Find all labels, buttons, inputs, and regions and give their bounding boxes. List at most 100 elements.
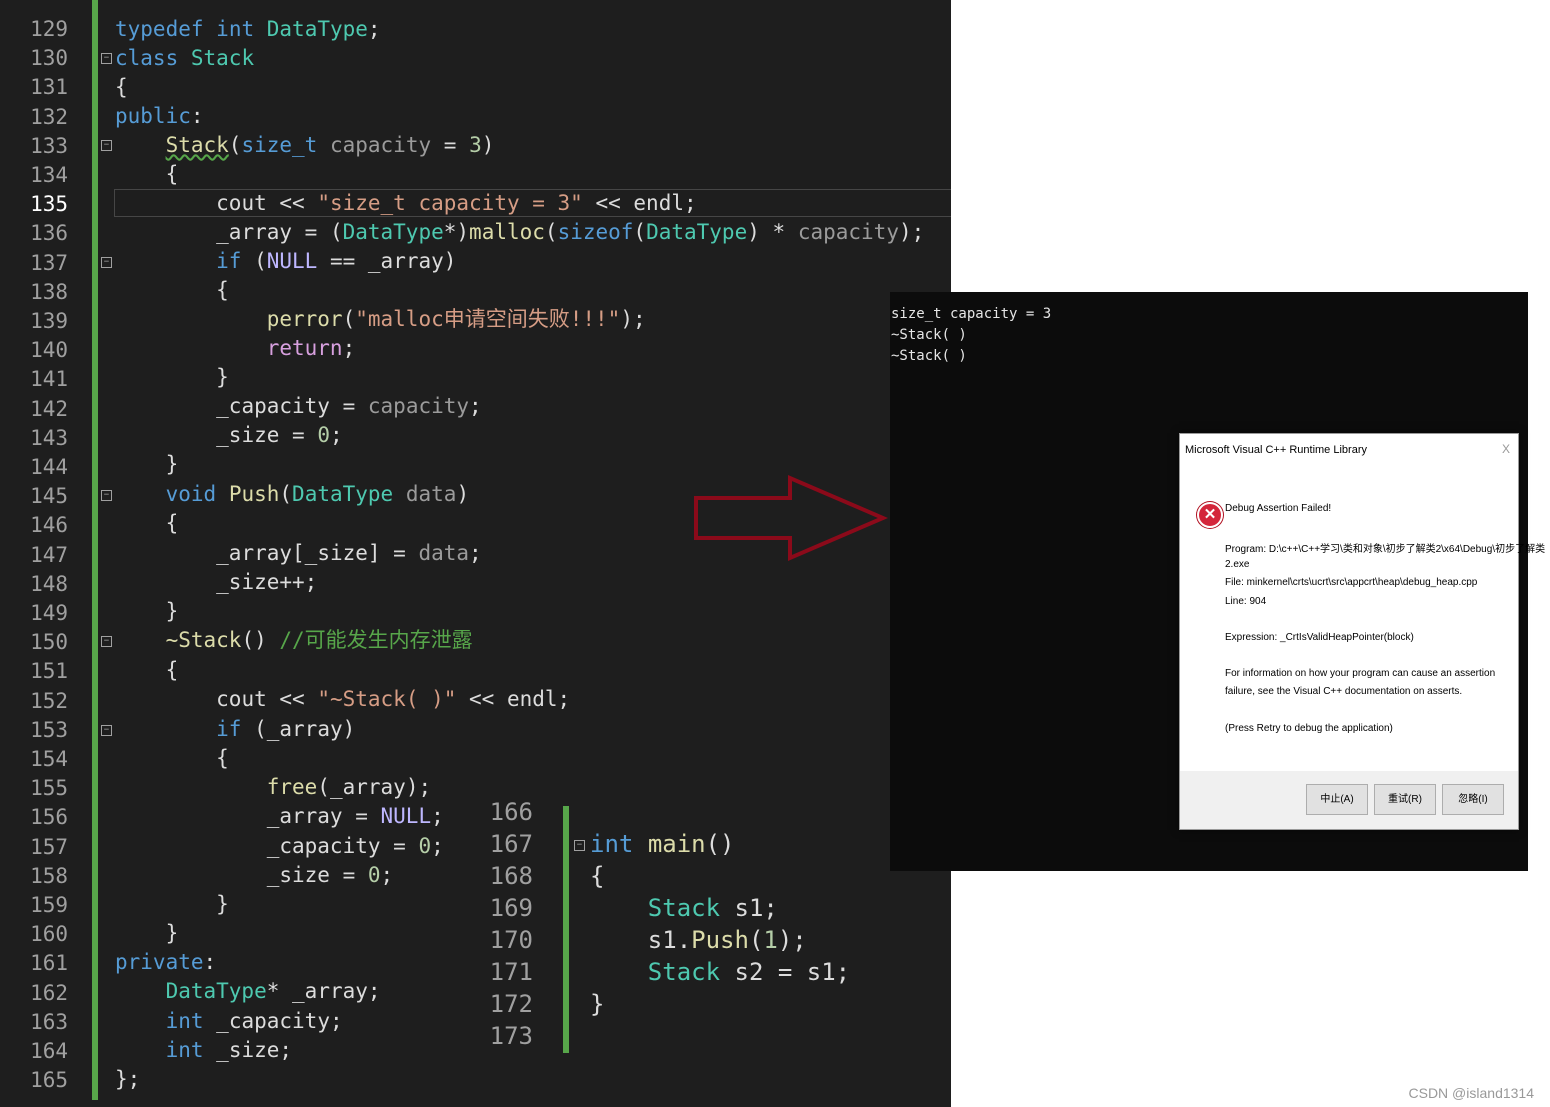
dialog-heading: Debug Assertion Failed! <box>1225 503 1332 514</box>
line-number: 133 <box>30 133 68 158</box>
line-number: 154 <box>30 747 68 771</box>
line-number: 155 <box>30 776 68 801</box>
retry-button[interactable]: 重试(R) <box>1374 784 1436 815</box>
code-line: s1.Push(1); <box>647 926 807 954</box>
code-line: }; <box>115 1067 141 1091</box>
line-number: 137 <box>30 250 68 275</box>
code-line: { <box>115 75 128 99</box>
line-number: 145 <box>30 484 68 509</box>
code-line: Stack(size_t capacity = 3) <box>165 133 495 157</box>
code-line: _size = 0; <box>266 863 394 887</box>
close-icon[interactable]: X <box>1502 442 1510 456</box>
fold-toggle-icon[interactable]: − <box>101 140 112 151</box>
line-number: 159 <box>30 893 68 917</box>
line-number: 169 <box>489 894 533 922</box>
code-line: void Push(DataType data) <box>165 482 470 506</box>
code-line: } <box>115 892 229 916</box>
abort-button[interactable]: 中止(A) <box>1306 784 1368 815</box>
line-number: 153 <box>30 717 68 742</box>
line-number: 161 <box>30 951 68 976</box>
code-line: Stack s2 = s1; <box>647 958 851 986</box>
code-line: int main() <box>590 830 735 858</box>
line-number: 131 <box>30 75 68 100</box>
code-line: { <box>590 862 605 890</box>
code-line: cout << "~Stack( )" << endl; <box>216 687 571 711</box>
line-number: 146 <box>30 513 68 538</box>
line-number: 139 <box>30 309 68 333</box>
fold-toggle-icon[interactable]: − <box>101 53 112 64</box>
line-number: 130 <box>30 46 68 71</box>
line-number: 170 <box>489 926 533 954</box>
code-line: _array = NULL; <box>266 804 444 828</box>
dialog-info: For information on how your program can … <box>1225 668 1496 679</box>
code-line: Stack s1; <box>647 894 778 922</box>
code-line: cout << "size_t capacity = 3" << endl; <box>216 191 697 215</box>
line-number: 140 <box>30 338 68 363</box>
fold-toggle-icon[interactable]: − <box>101 490 112 501</box>
code-line: return; <box>266 336 356 360</box>
debug-assertion-dialog: Microsoft Visual C++ Runtime Library X ✕… <box>1179 433 1545 830</box>
code-line: { <box>115 511 179 535</box>
code-line: _array = (DataType*)malloc(sizeof(DataTy… <box>216 220 925 244</box>
line-number: 150 <box>30 630 68 655</box>
dialog-press-retry: (Press Retry to debug the application) <box>1225 723 1393 734</box>
line-number: 129 <box>30 17 68 41</box>
code-line: _size = 0; <box>216 423 343 447</box>
line-number: 132 <box>30 104 68 129</box>
code-editor-main[interactable]: 166 167 168 169 170 171 172 173 − int main() { … <box>487 800 951 1060</box>
change-bar <box>563 806 569 1053</box>
dialog-program-cont: 2.exe <box>1225 559 1250 570</box>
dialog-info-cont: failure, see the Visual C++ documentatio… <box>1225 686 1463 697</box>
code-line: perror("malloc申请空间失败!!!"); <box>266 307 646 331</box>
right-arrow-icon <box>694 474 888 562</box>
code-line: private: <box>115 950 217 974</box>
ignore-button[interactable]: 忽略(I) <box>1442 784 1504 815</box>
code-line: } <box>115 365 229 389</box>
line-number: 148 <box>30 571 68 596</box>
line-number: 151 <box>30 659 68 684</box>
line-number: 152 <box>30 688 68 713</box>
line-number: 138 <box>30 279 68 304</box>
change-bar <box>92 0 98 1100</box>
code-line: ~Stack() //可能发生内存泄露 <box>165 628 473 652</box>
line-number: 143 <box>30 425 68 450</box>
code-line: free(_array); <box>266 775 432 799</box>
line-number: 135 <box>30 192 68 217</box>
line-number: 141 <box>30 367 68 392</box>
line-number: 134 <box>30 163 68 187</box>
code-line: int _size; <box>165 1038 293 1062</box>
dialog-file: File: minkernel\crts\ucrt\src\appcrt\hea… <box>1225 577 1478 588</box>
code-line: class Stack <box>115 46 255 70</box>
console-line: ~Stack( ) <box>891 327 967 343</box>
line-number: 144 <box>30 455 68 479</box>
line-number: 167 <box>489 830 533 858</box>
code-line: } <box>115 452 179 476</box>
dialog-title: Microsoft Visual C++ Runtime Library <box>1185 444 1367 456</box>
line-number: 165 <box>30 1068 68 1093</box>
line-number: 147 <box>30 542 68 567</box>
code-line: _array[_size] = data; <box>216 541 482 565</box>
line-number: 136 <box>30 221 68 246</box>
fold-toggle-icon[interactable]: − <box>101 257 112 268</box>
dialog-line: Line: 904 <box>1225 596 1267 607</box>
code-line: } <box>115 599 179 623</box>
code-line: if (NULL == _array) <box>216 249 457 273</box>
line-number: 149 <box>30 601 68 625</box>
line-number: 163 <box>30 1009 68 1034</box>
fold-toggle-icon[interactable]: − <box>101 636 112 647</box>
line-number: 162 <box>30 980 68 1005</box>
fold-toggle-icon[interactable]: − <box>101 725 112 736</box>
dialog-expression: Expression: _CrtIsValidHeapPointer(block… <box>1225 632 1414 643</box>
code-line: { <box>115 658 179 682</box>
line-number: 168 <box>489 862 533 890</box>
line-number: 157 <box>30 834 68 859</box>
code-line: DataType* _array; <box>165 979 381 1003</box>
fold-toggle-icon[interactable]: − <box>574 840 585 851</box>
line-number: 142 <box>30 396 68 421</box>
code-line: { <box>115 746 229 770</box>
code-line: { <box>115 162 179 186</box>
code-line: _size++; <box>216 570 318 594</box>
line-number: 160 <box>30 922 68 947</box>
console-line: ~Stack( ) <box>891 348 967 364</box>
code-line: } <box>590 990 605 1018</box>
